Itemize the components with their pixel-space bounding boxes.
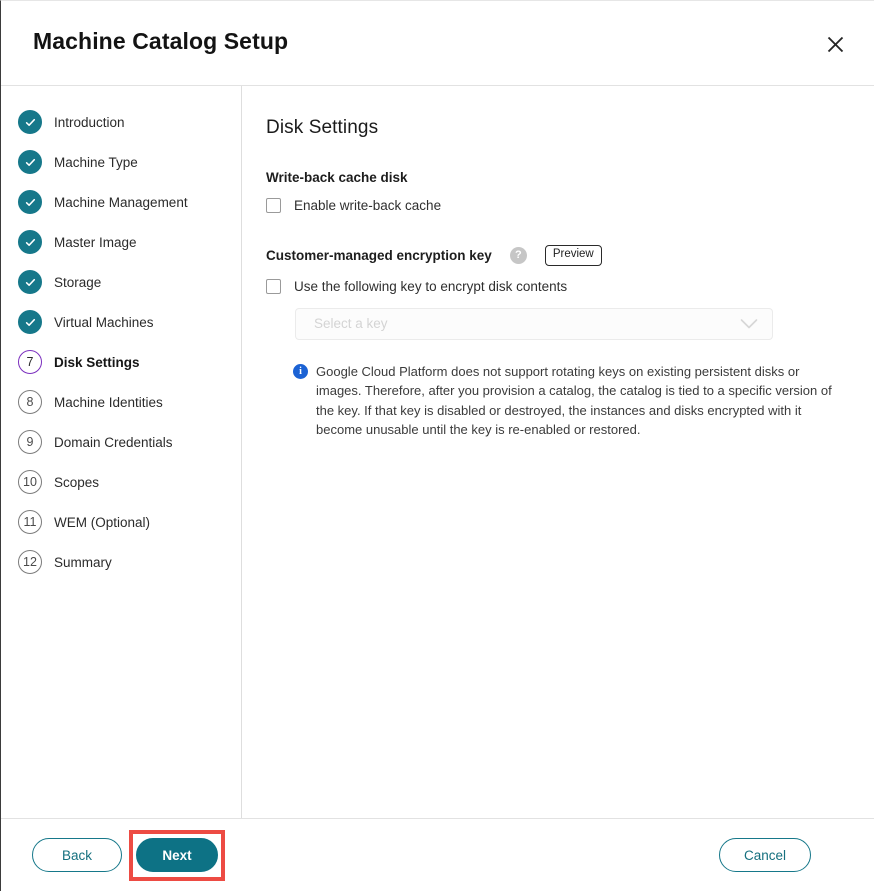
step-number: 11 <box>18 510 42 534</box>
machine-catalog-setup-dialog: Machine Catalog Setup Introduction Machi… <box>0 0 874 891</box>
step-number: 7 <box>18 350 42 374</box>
page-title: Machine Catalog Setup <box>33 28 289 54</box>
preview-badge: Preview <box>544 245 602 266</box>
sidebar-step-scopes[interactable]: 10 Scopes <box>1 462 241 502</box>
cmek-info-text: Google Cloud Platform does not support r… <box>316 363 832 438</box>
sidebar-step-label: Scopes <box>54 474 100 490</box>
writeback-cache-label: Write-back cache disk <box>266 170 408 185</box>
sidebar-step-wem[interactable]: 11 WEM (Optional) <box>1 502 241 542</box>
chevron-down-icon <box>740 318 758 329</box>
close-icon[interactable] <box>820 29 850 59</box>
sidebar-step-label: Disk Settings <box>54 354 140 370</box>
check-icon <box>18 270 42 294</box>
sidebar-step-label: WEM (Optional) <box>54 514 151 530</box>
select-key-placeholder: Select a key <box>314 316 388 331</box>
sidebar-step-storage[interactable]: Storage <box>1 262 241 302</box>
dialog-header: Machine Catalog Setup <box>1 1 874 86</box>
sidebar-step-label: Introduction <box>54 114 125 130</box>
check-icon <box>18 110 42 134</box>
use-key-label: Use the following key to encrypt disk co… <box>294 278 568 294</box>
cmek-info-note: i Google Cloud Platform does not support… <box>293 362 838 440</box>
sidebar-step-label: Summary <box>54 554 112 570</box>
sidebar-step-label: Machine Management <box>54 194 188 210</box>
wizard-steps-sidebar: Introduction Machine Type Machine Manage… <box>1 86 242 818</box>
use-key-row[interactable]: Use the following key to encrypt disk co… <box>266 278 846 294</box>
step-number: 9 <box>18 430 42 454</box>
sidebar-step-label: Machine Identities <box>54 394 163 410</box>
sidebar-step-label: Virtual Machines <box>54 314 154 330</box>
info-icon: i <box>293 363 308 379</box>
dialog-footer: Back Next Cancel <box>1 818 874 891</box>
sidebar-step-label: Domain Credentials <box>54 434 173 450</box>
sidebar-step-domain-credentials[interactable]: 9 Domain Credentials <box>1 422 241 462</box>
enable-writeback-cache-label: Enable write-back cache <box>294 198 442 213</box>
sidebar-step-summary[interactable]: 12 Summary <box>1 542 241 582</box>
dialog-body: Introduction Machine Type Machine Manage… <box>1 86 874 818</box>
sidebar-step-introduction[interactable]: Introduction <box>1 102 241 142</box>
cmek-label: Customer-managed encryption key <box>266 247 492 263</box>
enable-writeback-cache-row[interactable]: Enable write-back cache <box>266 198 846 213</box>
check-icon <box>18 150 42 174</box>
sidebar-step-master-image[interactable]: Master Image <box>1 222 241 262</box>
step-number: 8 <box>18 390 42 414</box>
sidebar-step-label: Master Image <box>54 234 137 250</box>
check-icon <box>18 190 42 214</box>
sidebar-step-machine-identities[interactable]: 8 Machine Identities <box>1 382 241 422</box>
sidebar-step-virtual-machines[interactable]: Virtual Machines <box>1 302 241 342</box>
sidebar-step-label: Storage <box>54 274 102 290</box>
sidebar-step-label: Machine Type <box>54 154 138 170</box>
help-icon[interactable]: ? <box>509 246 527 264</box>
check-icon <box>18 310 42 334</box>
back-button[interactable]: Back <box>32 838 122 872</box>
cmek-header-row: Customer-managed encryption key ? Previe… <box>266 245 846 266</box>
enable-writeback-cache-checkbox[interactable] <box>266 198 281 213</box>
step-number: 10 <box>18 470 42 494</box>
next-button[interactable]: Next <box>136 838 218 872</box>
select-key-dropdown[interactable]: Select a key <box>295 307 773 340</box>
sidebar-step-disk-settings[interactable]: 7 Disk Settings <box>1 342 241 382</box>
use-key-checkbox[interactable] <box>266 278 281 294</box>
disk-settings-panel: Disk Settings Write-back cache disk Enab… <box>242 86 874 818</box>
sidebar-step-machine-type[interactable]: Machine Type <box>1 142 241 182</box>
section-title: Disk Settings <box>266 117 379 138</box>
check-icon <box>18 230 42 254</box>
step-number: 12 <box>18 550 42 574</box>
cancel-button[interactable]: Cancel <box>719 838 811 872</box>
sidebar-step-machine-management[interactable]: Machine Management <box>1 182 241 222</box>
